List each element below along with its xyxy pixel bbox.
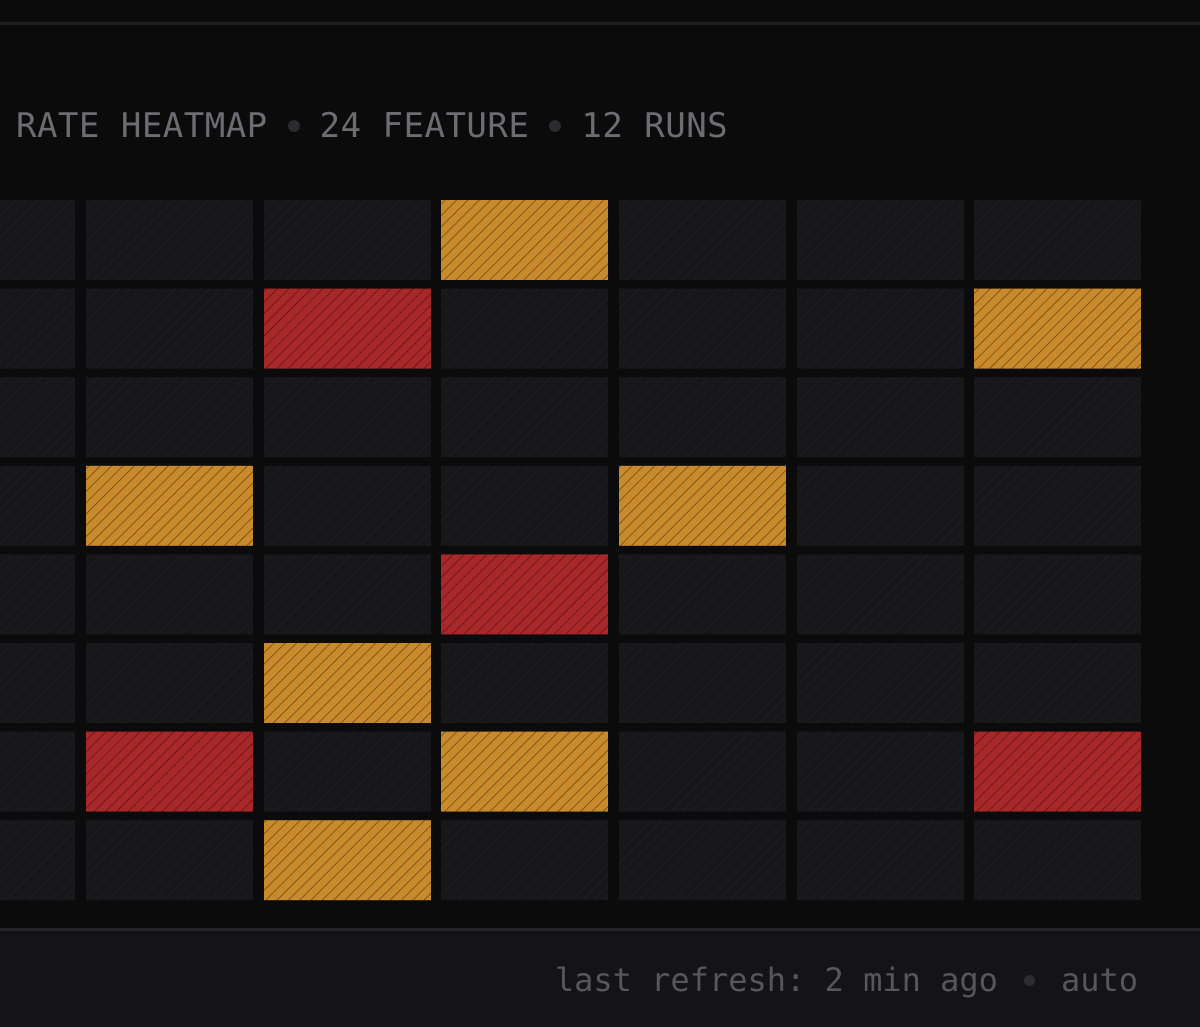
heatmap-grid <box>0 200 1141 901</box>
heatmap-cell-none[interactable] <box>619 554 786 635</box>
heatmap-cell-none[interactable] <box>619 820 786 901</box>
heatmap-cell-none[interactable] <box>797 731 964 812</box>
heatmap-cell-none[interactable] <box>619 643 786 723</box>
heatmap-cell-warn[interactable] <box>441 200 608 280</box>
heatmap-cell-none[interactable] <box>86 643 253 723</box>
heatmap-cell-none[interactable] <box>0 643 75 723</box>
heatmap-cell-warn[interactable] <box>619 465 786 546</box>
heatmap-cell-none[interactable] <box>619 731 786 812</box>
heatmap-cell-none[interactable] <box>264 731 431 812</box>
heatmap-cell-none[interactable] <box>264 465 431 546</box>
heatmap-cell-warn[interactable] <box>86 465 253 546</box>
heatmap-cell-fail[interactable] <box>441 554 608 635</box>
heatmap-cell-none[interactable] <box>797 643 964 723</box>
heatmap-cell-none[interactable] <box>0 465 75 546</box>
separator-dot-icon <box>1023 974 1035 986</box>
heatmap-cell-none[interactable] <box>0 554 75 635</box>
heatmap-cell-none[interactable] <box>441 288 608 369</box>
heatmap-cell-none[interactable] <box>797 465 964 546</box>
heatmap-cell-none[interactable] <box>441 643 608 723</box>
heatmap-cell-none[interactable] <box>86 288 253 369</box>
heatmap-cell-none[interactable] <box>441 377 608 458</box>
heatmap-cell-none[interactable] <box>797 554 964 635</box>
heatmap-cell-none[interactable] <box>797 377 964 458</box>
heatmap-cell-none[interactable] <box>974 200 1141 280</box>
heatmap-cell-fail[interactable] <box>264 288 431 369</box>
heatmap-cell-none[interactable] <box>0 820 75 901</box>
heatmap-cell-none[interactable] <box>974 377 1141 458</box>
status-footer: last refresh: 2 min ago auto <box>0 928 1200 1027</box>
heatmap-cell-none[interactable] <box>974 643 1141 723</box>
heatmap-cell-none[interactable] <box>264 554 431 635</box>
heatmap-cell-none[interactable] <box>441 465 608 546</box>
heatmap-cell-none[interactable] <box>0 377 75 458</box>
heatmap-cell-none[interactable] <box>0 288 75 369</box>
heatmap-cell-none[interactable] <box>86 820 253 901</box>
heatmap-cell-none[interactable] <box>797 200 964 280</box>
heatmap-cell-fail[interactable] <box>86 731 253 812</box>
heatmap-cell-none[interactable] <box>0 200 75 280</box>
heatmap-cell-warn[interactable] <box>264 643 431 723</box>
heatmap-cell-warn[interactable] <box>974 288 1141 369</box>
heatmap-cell-none[interactable] <box>619 200 786 280</box>
heatmap-cell-none[interactable] <box>0 731 75 812</box>
heatmap-cell-none[interactable] <box>974 820 1141 901</box>
heatmap-cell-warn[interactable] <box>441 731 608 812</box>
heatmap-cell-warn[interactable] <box>264 820 431 901</box>
heatmap-cell-fail[interactable] <box>974 731 1141 812</box>
heatmap-cell-none[interactable] <box>264 200 431 280</box>
heatmap-cell-none[interactable] <box>797 288 964 369</box>
heatmap-panel: RATE HEATMAP 24 FEATURE 12 RUNS last ref… <box>0 0 1200 1027</box>
heatmap-cell-none[interactable] <box>974 554 1141 635</box>
heatmap-cell-none[interactable] <box>974 465 1141 546</box>
heatmap-cell-none[interactable] <box>441 820 608 901</box>
auto-refresh-toggle[interactable]: auto <box>1061 961 1138 999</box>
heatmap-cell-none[interactable] <box>86 200 253 280</box>
heatmap-cell-none[interactable] <box>86 554 253 635</box>
heatmap-cell-none[interactable] <box>797 820 964 901</box>
heatmap-cell-none[interactable] <box>86 377 253 458</box>
heatmap-cell-none[interactable] <box>619 377 786 458</box>
footer-status: last refresh: 2 min ago auto <box>555 961 1138 999</box>
heatmap-cell-none[interactable] <box>619 288 786 369</box>
heatmap-cell-none[interactable] <box>264 377 431 458</box>
last-refresh-text: last refresh: 2 min ago <box>554 961 998 999</box>
